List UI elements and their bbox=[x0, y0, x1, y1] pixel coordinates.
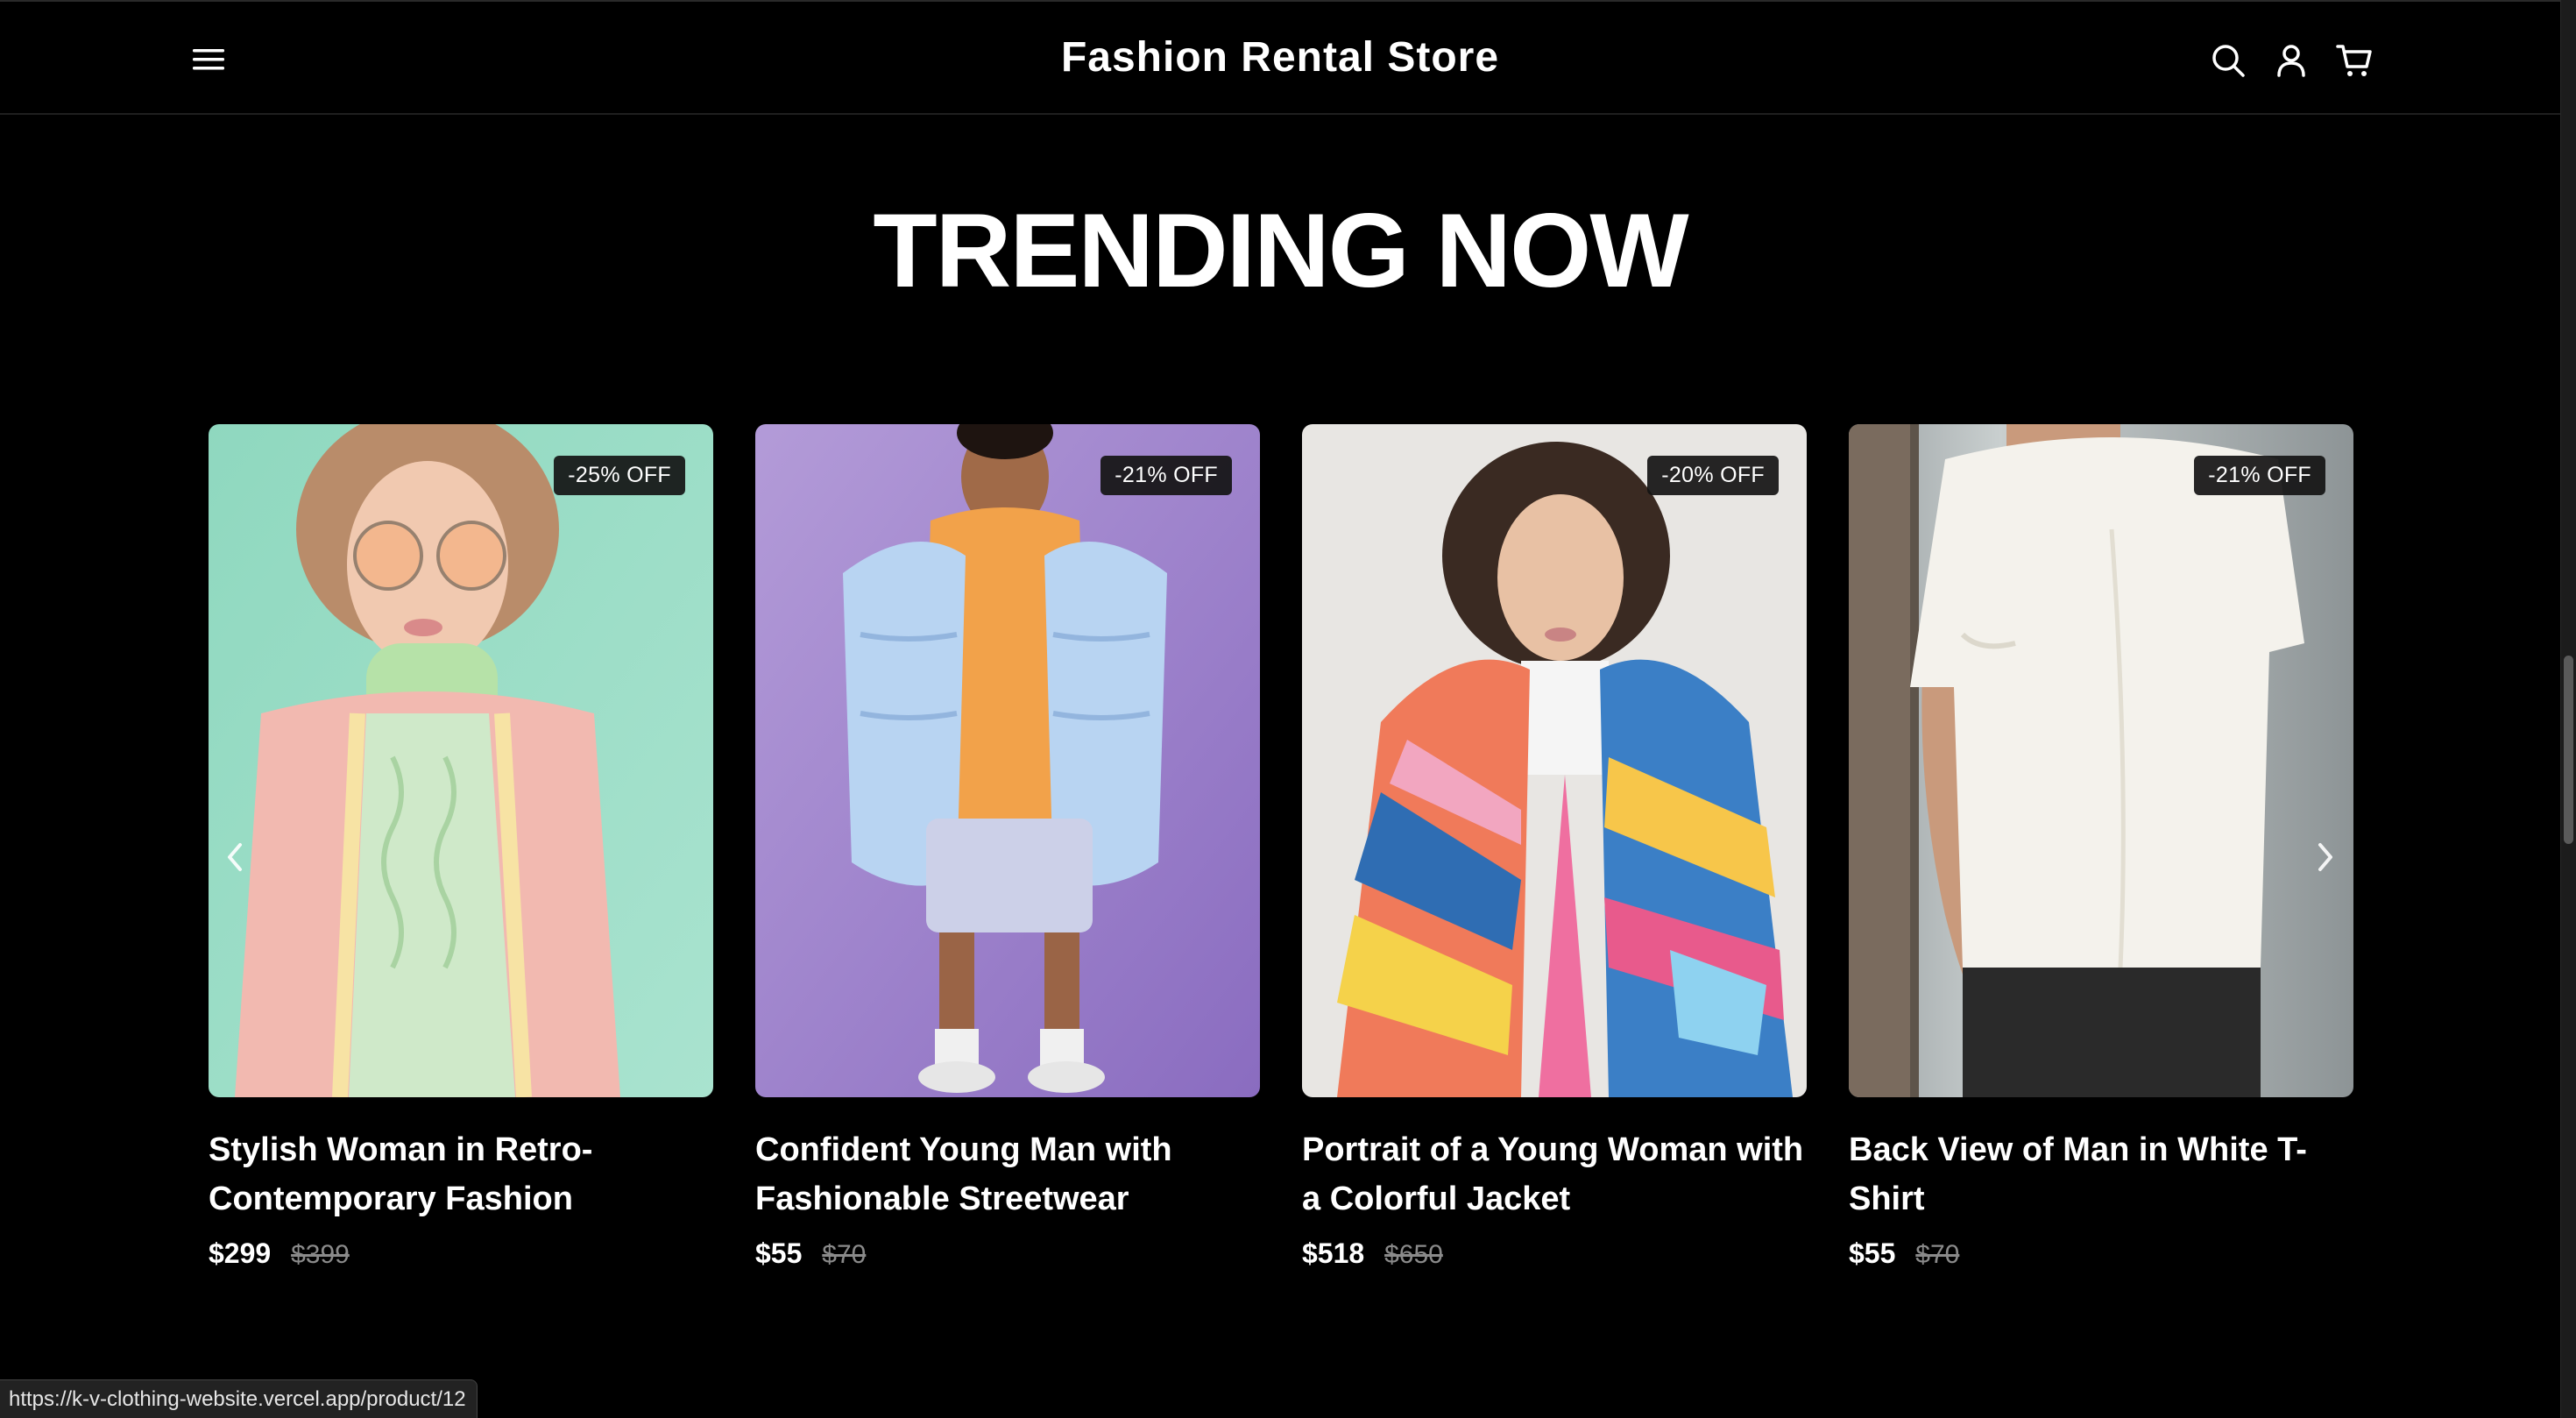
page: Fashion Rental Store TRENDING NOW -25% O… bbox=[0, 0, 2576, 1418]
product-title[interactable]: Portrait of a Young Woman with a Colorfu… bbox=[1302, 1125, 1807, 1223]
section-title: TRENDING NOW bbox=[873, 192, 1688, 309]
header-icon-group bbox=[2208, 40, 2383, 81]
link-preview-url: https://k-v-clothing-website.vercel.app/… bbox=[0, 1379, 478, 1418]
current-price: $518 bbox=[1302, 1237, 1365, 1269]
vertical-scrollbar[interactable] bbox=[2560, 0, 2576, 1418]
product-card[interactable]: -20% OFF Portrait of a Young Woman with … bbox=[1302, 424, 1807, 1274]
search-icon[interactable] bbox=[2208, 40, 2248, 81]
current-price: $299 bbox=[209, 1237, 272, 1269]
product-image[interactable]: -25% OFF bbox=[209, 424, 713, 1097]
current-price: $55 bbox=[755, 1237, 803, 1269]
discount-badge: -21% OFF bbox=[1100, 456, 1232, 495]
product-title[interactable]: Confident Young Man with Fashionable Str… bbox=[755, 1125, 1260, 1223]
product-card[interactable]: -21% OFF Confident Young Man with Fashio… bbox=[755, 424, 1260, 1274]
original-price: $70 bbox=[822, 1240, 867, 1269]
product-title[interactable]: Back View of Man in White T-Shirt bbox=[1849, 1125, 2353, 1223]
chevron-right-icon[interactable] bbox=[2301, 831, 2350, 883]
chevron-left-icon[interactable] bbox=[210, 831, 259, 883]
discount-badge: -20% OFF bbox=[1647, 456, 1779, 495]
original-price: $70 bbox=[1915, 1240, 1960, 1269]
user-icon[interactable] bbox=[2271, 40, 2311, 81]
product-card[interactable]: -21% OFF Back View of Man in White T-Shi… bbox=[1849, 424, 2353, 1274]
top-navbar: Fashion Rental Store bbox=[0, 0, 2560, 115]
store-title[interactable]: Fashion Rental Store bbox=[0, 33, 2560, 82]
product-image[interactable]: -20% OFF bbox=[1302, 424, 1807, 1097]
original-price: $650 bbox=[1384, 1240, 1443, 1269]
product-image[interactable]: -21% OFF bbox=[755, 424, 1260, 1097]
scrollbar-thumb[interactable] bbox=[2564, 656, 2573, 844]
price-row: $299 $399 bbox=[209, 1234, 713, 1274]
discount-badge: -25% OFF bbox=[554, 456, 685, 495]
price-row: $55 $70 bbox=[1849, 1234, 2353, 1274]
discount-badge: -21% OFF bbox=[2194, 456, 2325, 495]
current-price: $55 bbox=[1849, 1237, 1896, 1269]
price-row: $55 $70 bbox=[755, 1234, 1260, 1274]
price-row: $518 $650 bbox=[1302, 1234, 1807, 1274]
original-price: $399 bbox=[291, 1240, 350, 1269]
product-card[interactable]: -25% OFF Stylish Woman in Retro-Contempo… bbox=[209, 424, 713, 1274]
product-title[interactable]: Stylish Woman in Retro-Contemporary Fash… bbox=[209, 1125, 713, 1223]
product-image[interactable]: -21% OFF bbox=[1849, 424, 2353, 1097]
cart-icon[interactable] bbox=[2334, 40, 2374, 81]
